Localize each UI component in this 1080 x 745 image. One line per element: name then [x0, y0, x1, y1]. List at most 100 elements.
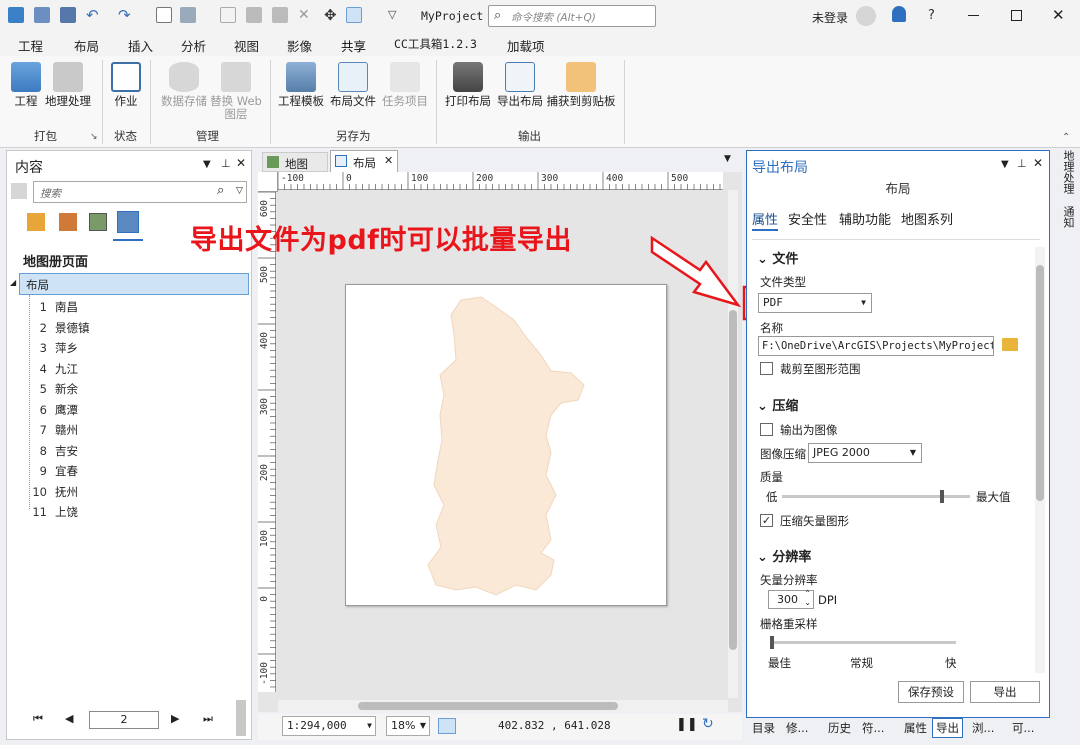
current-page-input[interactable]: 2 — [89, 711, 159, 729]
pan-icon[interactable]: ✥ — [324, 7, 340, 23]
list-item[interactable]: 6 鹰潭 — [31, 402, 78, 418]
section-resolution-header[interactable]: ⌄ 分辨率 — [757, 546, 811, 565]
capture-clipboard-button[interactable]: 捕获到剪贴板 — [546, 62, 616, 108]
tab-layout-view[interactable]: 布局 ✕ — [330, 150, 398, 172]
close-window-button[interactable]: ✕ — [1052, 6, 1065, 24]
list-item[interactable]: 4 九江 — [31, 361, 78, 377]
layout-file-button[interactable]: 布局文件 — [328, 62, 378, 108]
pause-drawing-icon[interactable]: ❚❚ — [676, 717, 698, 732]
notification-icon[interactable] — [892, 6, 906, 22]
replace-web-layer-button[interactable]: 替换 Web 图层 — [210, 62, 262, 121]
image-compression-select[interactable]: JPEG 2000 ▼ — [808, 443, 922, 463]
save-icon[interactable] — [60, 7, 76, 23]
collapse-ribbon-icon[interactable]: ⌃ — [1062, 132, 1070, 143]
section-file-header[interactable]: ⌄ 文件 — [757, 248, 798, 267]
list-item[interactable]: 8 吉安 — [31, 443, 78, 459]
section-compression-header[interactable]: ⌄ 压缩 — [757, 395, 798, 414]
bottom-tab-history[interactable]: 历史 — [828, 720, 851, 736]
scrollbar[interactable] — [236, 700, 246, 736]
tab-security[interactable]: 安全性 — [788, 209, 827, 228]
list-item[interactable]: 7 赣州 — [31, 422, 78, 438]
list-item[interactable]: 11 上饶 — [31, 504, 78, 520]
resample-slider-track[interactable] — [770, 636, 956, 649]
refresh-icon[interactable]: ↻ — [702, 716, 714, 732]
map-frame-icon[interactable] — [89, 213, 107, 231]
resample-slider-thumb[interactable] — [770, 636, 774, 649]
root-layout-item[interactable]: ◢ 布局 — [10, 273, 249, 295]
list-item[interactable]: 10 抚州 — [31, 484, 78, 500]
avatar[interactable] — [856, 6, 876, 26]
tab-view[interactable]: 视图 — [234, 36, 259, 55]
export-layout-button[interactable]: 导出布局 — [496, 62, 544, 108]
tab-addins[interactable]: 加载项 — [507, 36, 545, 55]
project-template-button[interactable]: 工程模板 — [276, 62, 326, 108]
collapse-icon[interactable]: ◢ — [10, 278, 16, 287]
help-icon[interactable]: ? — [928, 8, 935, 23]
tab-insert[interactable]: 插入 — [128, 36, 153, 55]
list-item[interactable]: 9 宜春 — [31, 463, 78, 479]
scale-select[interactable]: 1:294,000 ▼ — [282, 716, 376, 736]
list-by-type-icon[interactable] — [59, 213, 77, 231]
zoom-select[interactable]: 18% ▼ — [386, 716, 430, 736]
pane-menu-icon[interactable]: ▼ — [1001, 159, 1009, 170]
tab-cc-toolbox[interactable]: CC工具箱1.2.3 — [394, 36, 477, 52]
print-layout-button[interactable]: 打印布局 — [444, 62, 492, 108]
map-frame[interactable] — [346, 285, 668, 607]
maximize-button[interactable] — [1011, 10, 1022, 21]
list-item[interactable]: 5 新余 — [31, 381, 78, 397]
open-icon[interactable] — [34, 7, 50, 23]
chevron-down-icon[interactable]: ▽ — [236, 186, 243, 196]
file-type-select[interactable]: PDF ▼ — [758, 293, 872, 313]
bottom-tab-modify[interactable]: 修... — [786, 720, 808, 736]
group-launcher-icon[interactable]: ↘ — [90, 132, 98, 142]
list-item[interactable]: 2 景德镇 — [31, 320, 90, 336]
tab-map[interactable]: 地图 — [262, 152, 328, 172]
project-button[interactable]: 工程 — [10, 62, 42, 108]
undo-icon[interactable]: ↶ — [86, 7, 102, 23]
tab-overflow-icon[interactable]: ▼ — [724, 154, 731, 164]
side-tab-geoprocessing[interactable]: 地理处理 — [1058, 150, 1075, 194]
next-page-icon[interactable]: ▶ — [171, 712, 179, 725]
tab-accessibility[interactable]: 辅助功能 — [839, 209, 891, 228]
contents-search-input[interactable]: 搜索 ⌕ ▽ — [33, 181, 247, 203]
bottom-tab-properties[interactable]: 属性 — [904, 720, 927, 736]
layout-page[interactable] — [345, 284, 667, 606]
bottom-tab-catalog[interactable]: 目录 — [752, 720, 775, 736]
minimize-button[interactable] — [968, 15, 979, 16]
last-page-icon[interactable]: ⏭ — [203, 712, 213, 726]
horizontal-scrollbar[interactable] — [278, 700, 728, 712]
select-icon[interactable] — [180, 7, 196, 23]
spinner-icon[interactable]: ⌃ ⌄ — [804, 589, 811, 607]
folder-icon[interactable] — [1002, 338, 1018, 351]
customize-icon[interactable]: ▽ — [388, 7, 404, 23]
drawing-order-icon[interactable] — [27, 213, 45, 231]
pin-icon[interactable]: ⊥ — [221, 157, 231, 170]
explore-icon[interactable] — [346, 7, 362, 23]
pane-menu-icon[interactable]: ▼ — [203, 159, 211, 170]
tab-map-series[interactable]: 地图系列 — [901, 209, 953, 228]
vertical-scrollbar[interactable] — [728, 190, 738, 698]
map-series-pages-icon[interactable] — [117, 211, 139, 233]
data-store-button[interactable]: 数据存储 — [160, 62, 208, 108]
delete-icon[interactable] — [272, 7, 288, 23]
tab-project[interactable]: 工程 — [18, 36, 43, 55]
tab-layout[interactable]: 布局 — [74, 36, 99, 55]
prev-page-icon[interactable]: ◀ — [65, 712, 73, 725]
task-item-button[interactable]: 任务项目 — [380, 62, 430, 108]
list-item[interactable]: 1 南昌 — [31, 299, 78, 315]
tab-properties[interactable]: 属性 — [752, 209, 778, 228]
tab-imagery[interactable]: 影像 — [287, 36, 312, 55]
clear-selection-icon[interactable] — [220, 7, 236, 23]
scroll-thumb[interactable] — [729, 310, 737, 650]
close-tab-icon[interactable]: ✕ — [384, 154, 393, 167]
close-small-icon[interactable]: ✕ — [298, 7, 314, 23]
edit-icon[interactable] — [246, 7, 262, 23]
side-tab-notifications[interactable]: 通知 — [1058, 206, 1075, 228]
export-button[interactable]: 导出 — [970, 681, 1040, 703]
tab-analysis[interactable]: 分析 — [181, 36, 206, 55]
output-path-input[interactable]: F:\OneDrive\ArcGIS\Projects\MyProject\ — [758, 336, 994, 356]
output-as-image-checkbox[interactable] — [760, 423, 773, 436]
export-scrollbar[interactable] — [1035, 247, 1045, 673]
login-status[interactable]: 未登录 — [812, 9, 848, 26]
bottom-tab-symbology[interactable]: 符... — [862, 720, 884, 736]
